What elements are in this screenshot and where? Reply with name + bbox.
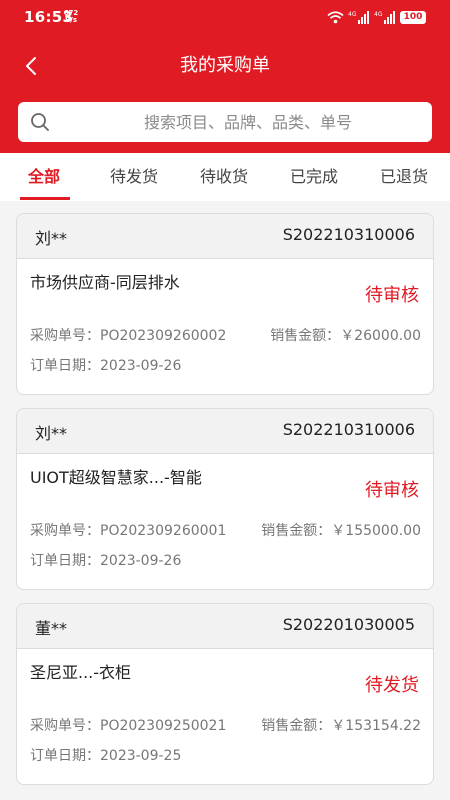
order-card-header: 董** S202201030005 (17, 604, 433, 649)
sales-amount-label: 销售金额： (261, 523, 332, 539)
po-number-label: 采购单号： (30, 718, 100, 734)
order-card[interactable]: 刘** S202210310006 UIOT超级智慧家...-智能 待审核 采购… (16, 408, 434, 590)
sales-amount-row: 销售金额：￥153154.22 (261, 715, 421, 735)
order-date-row: 订单日期：2023-09-26 (30, 550, 181, 570)
order-date-value: 2023-09-26 (100, 358, 182, 374)
order-card-header: 刘** S202210310006 (17, 214, 433, 259)
po-number-label: 采购单号： (30, 523, 100, 539)
battery-icon: 100 (400, 10, 426, 24)
search-icon (31, 113, 49, 131)
order-card[interactable]: 董** S202201030005 圣尼亚...-衣柜 待发货 采购单号：PO2… (16, 603, 434, 785)
sales-order-code: S202210310006 (282, 420, 415, 439)
signal-icon: 4G (348, 11, 369, 24)
app-header: 16:53 672 B/s 4G 4G 100 我的采购单 搜索项目、品牌、品类… (0, 0, 450, 153)
svg-text:4G: 4G (374, 11, 383, 18)
wifi-icon (327, 10, 344, 23)
status-badge: 待审核 (365, 480, 419, 501)
order-card-header: 刘** S202210310006 (17, 409, 433, 454)
po-number-value: PO202309250021 (100, 718, 227, 734)
customer-name: 刘** (35, 424, 68, 443)
product-name: UIOT超级智慧家...-智能 (30, 468, 202, 487)
order-date-label: 订单日期： (30, 358, 100, 374)
page-title: 我的采购单 (180, 55, 270, 76)
status-badge: 待发货 (365, 675, 419, 696)
order-date-value: 2023-09-26 (100, 553, 182, 569)
nav-bar: 我的采购单 (0, 44, 450, 88)
sales-amount-label: 销售金额： (261, 718, 332, 734)
po-number-value: PO202309260002 (100, 328, 227, 344)
po-number-row: 采购单号：PO202309260002 (30, 325, 226, 345)
tab-returned[interactable]: 已退货 (380, 163, 428, 187)
status-tabs: 全部 待发货 待收货 已完成 已退货 (0, 153, 450, 201)
po-number-value: PO202309260001 (100, 523, 227, 539)
product-name: 圣尼亚...-衣柜 (30, 663, 132, 682)
sales-amount-row: 销售金额：￥26000.00 (270, 325, 421, 345)
order-card-body: 圣尼亚...-衣柜 待发货 采购单号：PO202309250021 销售金额：￥… (17, 649, 433, 784)
order-date-label: 订单日期： (30, 748, 100, 764)
order-date-row: 订单日期：2023-09-25 (30, 745, 181, 765)
signal-icon: 4G (374, 11, 395, 24)
sales-amount-row: 销售金额：￥155000.00 (261, 520, 421, 540)
order-date-label: 订单日期： (30, 553, 100, 569)
order-card-body: 市场供应商-同层排水 待审核 采购单号：PO202309260002 销售金额：… (17, 259, 433, 394)
svg-text:4G: 4G (348, 11, 357, 18)
customer-name: 董** (35, 619, 68, 638)
customer-name: 刘** (35, 229, 68, 248)
po-number-row: 采购单号：PO202309250021 (30, 715, 226, 735)
active-tab-indicator (20, 197, 70, 200)
sales-amount-value: ￥26000.00 (340, 328, 421, 344)
network-speed: 672 B/s (63, 9, 79, 24)
order-card-body: UIOT超级智慧家...-智能 待审核 采购单号：PO202309260001 … (17, 454, 433, 589)
search-bar[interactable] (18, 102, 432, 142)
tab-all[interactable]: 全部 (28, 163, 60, 187)
status-badge: 待审核 (365, 285, 419, 306)
tab-pending-shipment[interactable]: 待发货 (110, 163, 158, 187)
order-card[interactable]: 刘** S202210310006 市场供应商-同层排水 待审核 采购单号：PO… (16, 213, 434, 395)
order-date-value: 2023-09-25 (100, 748, 182, 764)
search-input[interactable] (78, 102, 418, 142)
sales-amount-value: ￥153154.22 (331, 718, 421, 734)
sales-order-code: S202210310006 (282, 225, 415, 244)
sales-amount-value: ￥155000.00 (331, 523, 421, 539)
status-bar: 16:53 672 B/s 4G 4G 100 (0, 0, 450, 34)
po-number-label: 采购单号： (30, 328, 100, 344)
status-icons: 4G 4G 100 (327, 9, 426, 25)
product-name: 市场供应商-同层排水 (30, 273, 180, 292)
sales-order-code: S202201030005 (282, 615, 415, 634)
tab-completed[interactable]: 已完成 (290, 163, 338, 187)
sales-amount-label: 销售金额： (270, 328, 341, 344)
tab-pending-receipt[interactable]: 待收货 (200, 163, 248, 187)
po-number-row: 采购单号：PO202309260001 (30, 520, 226, 540)
order-date-row: 订单日期：2023-09-26 (30, 355, 181, 375)
